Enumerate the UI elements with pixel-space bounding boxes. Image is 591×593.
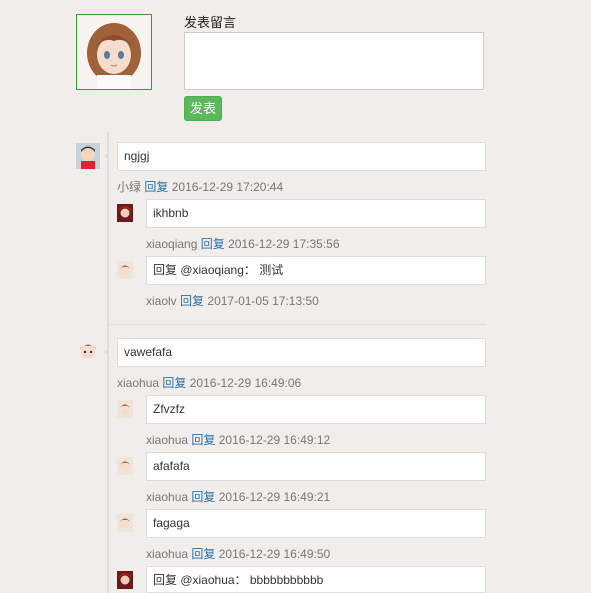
- avatar: [117, 457, 133, 475]
- reply-user: xiaoqiang: [146, 237, 198, 251]
- current-user-avatar: [76, 14, 152, 90]
- reply-user: xiaohua: [146, 547, 189, 561]
- submit-button[interactable]: 发表: [184, 96, 222, 121]
- comment-user: xiaohua: [117, 376, 160, 390]
- comment-time: 2016-12-29 17:20:44: [171, 180, 284, 194]
- reply-meta: xiaohua 回复 2016-12-29 16:49:50: [146, 545, 330, 562]
- message-textarea[interactable]: [184, 32, 484, 90]
- reply-link[interactable]: 回复: [191, 490, 215, 504]
- reply-meta: xiaohua 回复 2016-12-29 16:49:21: [146, 488, 330, 505]
- comment-text: vawefafa: [117, 338, 486, 367]
- comment-text: ngjgj: [117, 142, 486, 171]
- avatar: [76, 338, 100, 364]
- reply-text: afafafa: [146, 452, 486, 481]
- reply-text: ikhbnb: [146, 199, 486, 228]
- avatar: [117, 400, 133, 418]
- avatar: [76, 143, 100, 169]
- avatar: [117, 204, 133, 222]
- compose-title: 发表留言: [184, 15, 237, 30]
- reply-meta: xiaolv 回复 2017-01-05 17:13:50: [146, 292, 319, 309]
- reply-time: 2016-12-29 17:35:56: [228, 237, 340, 251]
- avatar: [117, 571, 133, 589]
- reply-user: xiaohua: [146, 433, 189, 447]
- reply-text: Zfvzfz: [146, 395, 486, 424]
- reply-time: 2016-12-29 16:49:21: [218, 490, 331, 504]
- comment-user: 小绿: [117, 180, 142, 194]
- comment-time: 2016-12-29 16:49:06: [189, 376, 302, 390]
- reply-time: 2016-12-29 16:49:50: [218, 547, 331, 561]
- reply-link[interactable]: 回复: [201, 237, 225, 251]
- reply-user: xiaolv: [146, 294, 177, 308]
- bubble-arrow: [104, 349, 108, 355]
- reply-user: xiaohua: [146, 490, 189, 504]
- reply-text: 回复 @xiaohua： bbbbbbbbbbb: [146, 566, 486, 593]
- reply-meta: xiaohua 回复 2016-12-29 16:49:12: [146, 431, 330, 448]
- reply-link[interactable]: 回复: [144, 180, 168, 194]
- thread-divider: [107, 324, 486, 325]
- comment-meta: 小绿 回复 2016-12-29 17:20:44: [117, 178, 283, 195]
- reply-link[interactable]: 回复: [191, 433, 215, 447]
- timeline-line: [107, 132, 109, 593]
- reply-text: fagaga: [146, 509, 486, 538]
- comment-meta: xiaohua 回复 2016-12-29 16:49:06: [117, 374, 301, 391]
- avatar: [117, 261, 133, 279]
- reply-link[interactable]: 回复: [191, 547, 215, 561]
- avatar: [117, 514, 133, 532]
- reply-time: 2016-12-29 16:49:12: [218, 433, 331, 447]
- reply-time: 2017-01-05 17:13:50: [207, 294, 319, 308]
- reply-link[interactable]: 回复: [180, 294, 204, 308]
- reply-meta: xiaoqiang 回复 2016-12-29 17:35:56: [146, 235, 340, 252]
- reply-link[interactable]: 回复: [162, 376, 186, 390]
- reply-text: 回复 @xiaoqiang： 测试: [146, 256, 486, 285]
- bubble-arrow: [104, 153, 108, 159]
